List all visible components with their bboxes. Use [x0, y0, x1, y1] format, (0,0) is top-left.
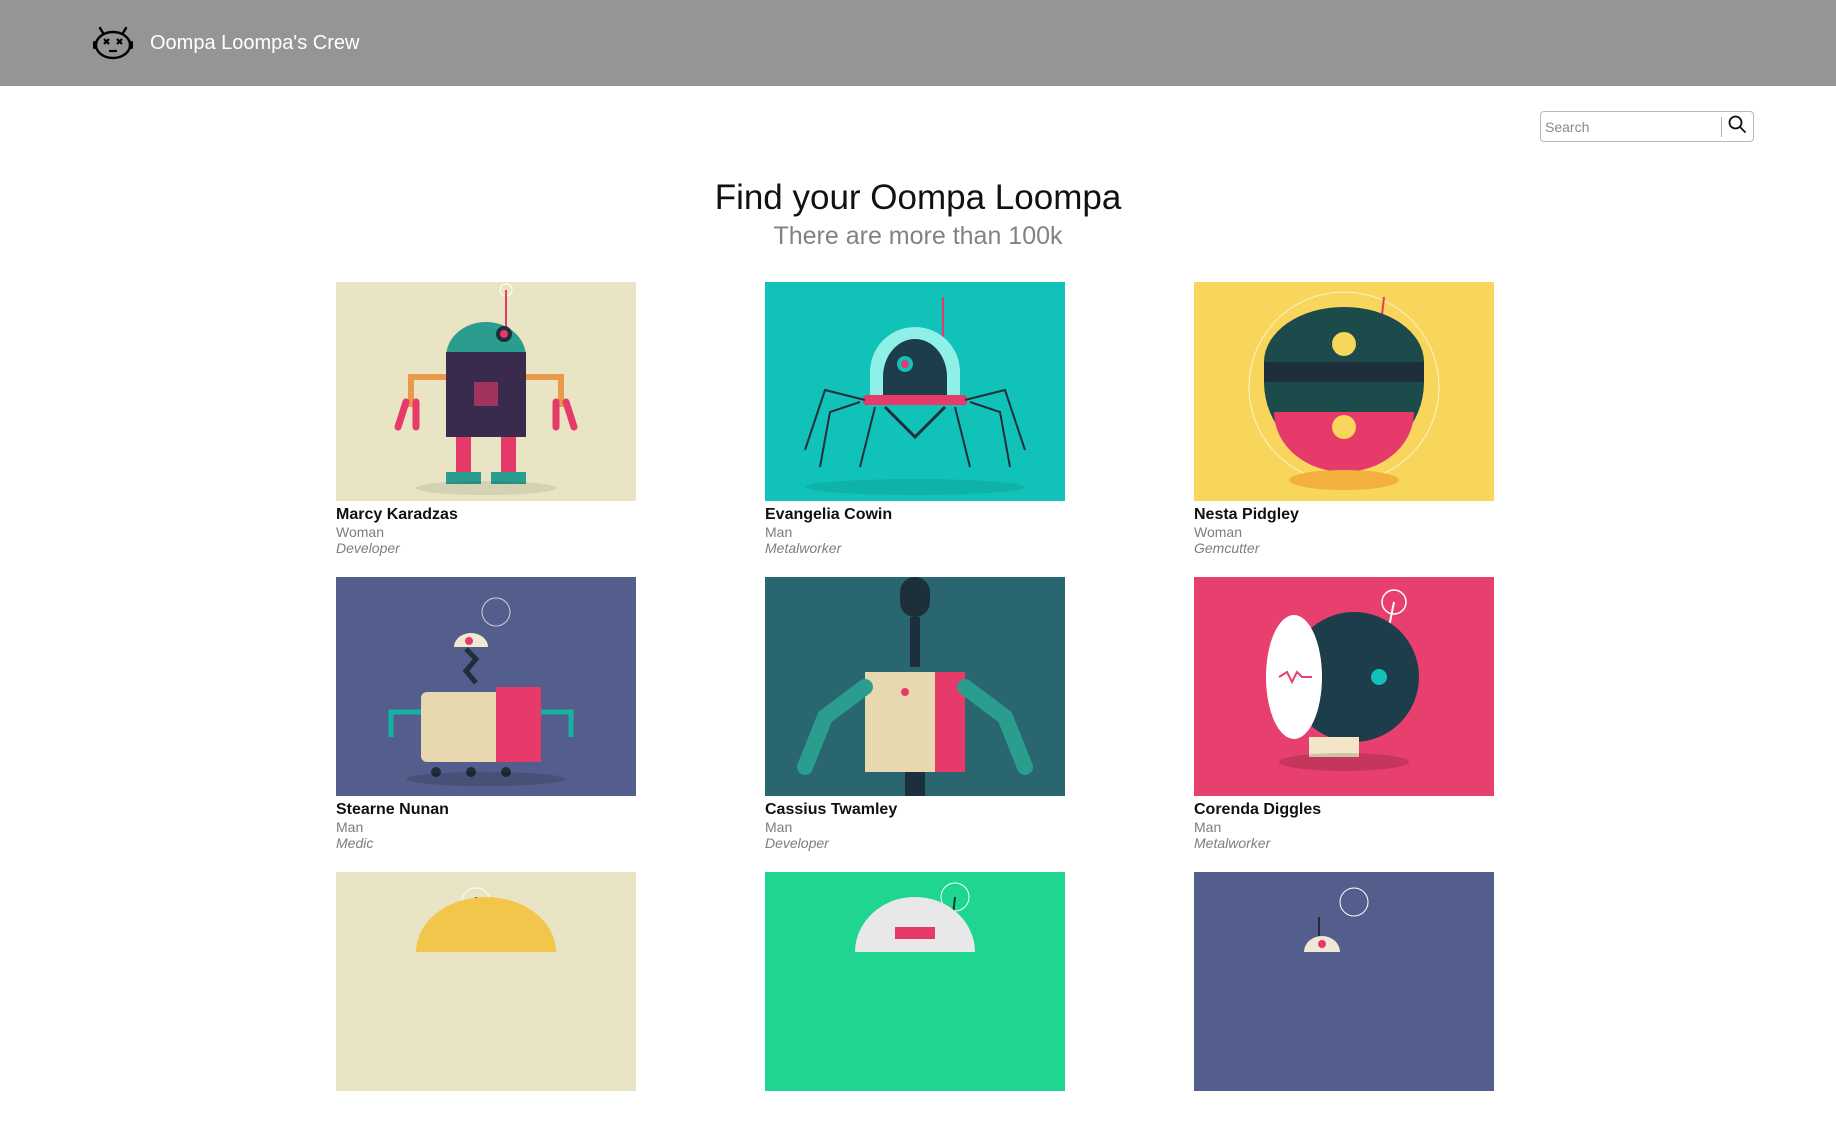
- card-profession: Metalworker: [765, 540, 842, 556]
- card-name: Corenda Diggles: [1194, 801, 1322, 818]
- search-box: [1540, 111, 1754, 142]
- robot-illustration: [336, 872, 636, 1091]
- brand-name: Oompa Loompa's Crew: [150, 31, 360, 54]
- robot-illustration: [1194, 282, 1494, 501]
- oompa-loompa-card[interactable]: Corenda Diggles Man Metalworker: [1194, 577, 1494, 852]
- oompa-loompa-card[interactable]: [336, 872, 636, 1147]
- robot-illustration: [765, 282, 1065, 501]
- card-gender: Man: [1194, 819, 1222, 835]
- top-navbar: Oompa Loompa's Crew: [0, 0, 1836, 86]
- robot-illustration: [765, 577, 1065, 796]
- page-title: Find your Oompa Loompa: [714, 178, 1122, 217]
- card-gender: Man: [336, 819, 364, 835]
- card-name: Nesta Pidgley: [1194, 506, 1299, 523]
- oompa-loompa-card[interactable]: Evangelia Cowin Man Metalworker: [765, 282, 1065, 557]
- oompa-loompa-card[interactable]: Cassius Twamley Man Developer: [765, 577, 1065, 852]
- card-gender: Man: [765, 819, 793, 835]
- robot-illustration: [1194, 577, 1494, 796]
- page-subtitle: There are more than 100k: [773, 222, 1063, 250]
- card-profession: Gemcutter: [1194, 540, 1260, 556]
- robot-head-icon: [92, 25, 134, 61]
- robot-illustration: [336, 282, 636, 501]
- robot-illustration: [765, 872, 1065, 1091]
- robot-illustration: [336, 577, 636, 796]
- card-name: Stearne Nunan: [336, 801, 449, 818]
- card-gender: Woman: [1194, 524, 1242, 540]
- oompa-loompa-card[interactable]: Nesta Pidgley Woman Gemcutter: [1194, 282, 1494, 557]
- oompa-loompa-card[interactable]: [765, 872, 1065, 1147]
- card-name: Cassius Twamley: [765, 801, 898, 818]
- robot-illustration: [1194, 872, 1494, 1091]
- oompa-loompa-card[interactable]: Marcy Karadzas Woman Developer: [336, 282, 636, 557]
- card-name: Evangelia Cowin: [765, 506, 893, 523]
- card-name: Marcy Karadzas: [336, 506, 458, 523]
- card-gender: Man: [765, 524, 793, 540]
- search-input[interactable]: [1541, 113, 1721, 140]
- search-icon: [1728, 115, 1747, 138]
- oompa-loompa-card[interactable]: Stearne Nunan Man Medic: [336, 577, 636, 852]
- oompa-loompa-grid: Marcy Karadzas Woman Developer Evangelia C…: [336, 282, 1496, 1147]
- card-profession: Developer: [336, 540, 400, 556]
- hero-section: Find your Oompa Loompa There are more th…: [0, 176, 1836, 252]
- card-profession: Developer: [765, 835, 829, 851]
- card-profession: Metalworker: [1194, 835, 1271, 851]
- oompa-loompa-card[interactable]: [1194, 872, 1494, 1147]
- card-profession: Medic: [336, 835, 374, 851]
- card-gender: Woman: [336, 524, 384, 540]
- brand-link[interactable]: Oompa Loompa's Crew: [92, 25, 359, 61]
- search-button[interactable]: [1722, 112, 1753, 141]
